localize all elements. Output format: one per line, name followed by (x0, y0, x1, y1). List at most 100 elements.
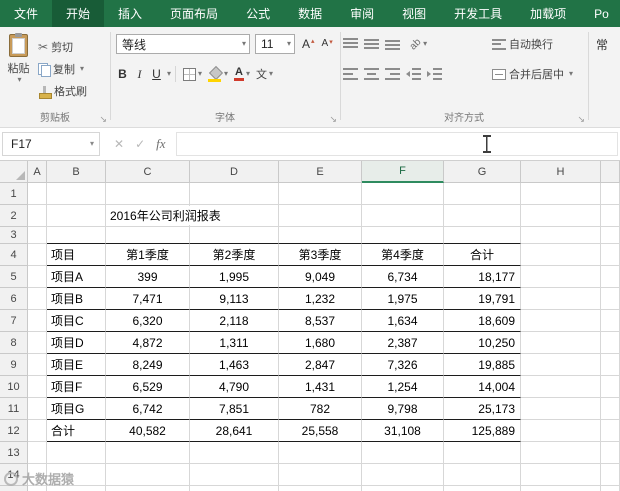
cell-H15[interactable] (521, 486, 601, 491)
row-header-9[interactable]: 9 (0, 354, 28, 376)
cell-A5[interactable] (28, 266, 47, 288)
cell-C3[interactable] (106, 227, 190, 244)
cell-G5[interactable]: 18,177 (444, 266, 521, 288)
cell-G4[interactable]: 合计 (444, 244, 521, 266)
cell-H10[interactable] (521, 376, 601, 398)
row-header-13[interactable]: 13 (0, 442, 28, 464)
cell-A8[interactable] (28, 332, 47, 354)
cell-E12[interactable]: 25,558 (279, 420, 362, 442)
row-header-5[interactable]: 5 (0, 266, 28, 288)
cell-F10[interactable]: 1,254 (362, 376, 444, 398)
cell-C2[interactable]: 2016年公司利润报表 (106, 205, 224, 227)
fill-color-button[interactable]: ▾ (205, 67, 231, 82)
cell-D10[interactable]: 4,790 (190, 376, 279, 398)
cell-B5[interactable]: 项目A (47, 266, 106, 288)
cell-H12[interactable] (521, 420, 601, 442)
tab-data[interactable]: 数据 (284, 0, 336, 27)
cell-E6[interactable]: 1,232 (279, 288, 362, 310)
cell-A1[interactable] (28, 183, 47, 205)
decrease-font-size-button[interactable]: A ▾ (322, 39, 333, 49)
cell-G9[interactable]: 19,885 (444, 354, 521, 376)
cell-E8[interactable]: 1,680 (279, 332, 362, 354)
phonetic-guide-button[interactable]: 文 ▾ (253, 66, 276, 82)
cell-E15[interactable] (279, 486, 362, 491)
orientation-button[interactable]: ab ▾ (403, 36, 430, 52)
tab-developer[interactable]: 开发工具 (440, 0, 516, 27)
formula-input[interactable] (176, 132, 618, 156)
cell-B4[interactable]: 项目 (47, 244, 106, 266)
row-header-6[interactable]: 6 (0, 288, 28, 310)
cell-B6[interactable]: 项目B (47, 288, 106, 310)
borders-button[interactable]: ▾ (180, 67, 205, 81)
cell-C8[interactable]: 4,872 (106, 332, 190, 354)
row-header-2[interactable]: 2 (0, 205, 28, 227)
cell-A6[interactable] (28, 288, 47, 310)
cell-B10[interactable]: 项目F (47, 376, 106, 398)
cell-D4[interactable]: 第2季度 (190, 244, 279, 266)
cell-D8[interactable]: 1,311 (190, 332, 279, 354)
font-size-select[interactable]: 11 ▾ (255, 34, 295, 54)
cell-C7[interactable]: 6,320 (106, 310, 190, 332)
clipboard-dialog-launcher-icon[interactable]: ↘ (99, 115, 107, 124)
cell-C12[interactable]: 40,582 (106, 420, 190, 442)
cell-D9[interactable]: 1,463 (190, 354, 279, 376)
cell-F14[interactable] (362, 464, 444, 486)
align-bottom-button[interactable] (385, 38, 400, 50)
cell-F2[interactable] (362, 205, 444, 227)
cell-H5[interactable] (521, 266, 601, 288)
bold-button[interactable]: B (114, 64, 131, 84)
align-middle-button[interactable] (364, 38, 379, 50)
cell-E7[interactable]: 8,537 (279, 310, 362, 332)
cell-F13[interactable] (362, 442, 444, 464)
cancel-icon[interactable]: ✕ (114, 137, 124, 151)
cut-button[interactable]: ✂ 剪切 (36, 36, 89, 58)
cell-A12[interactable] (28, 420, 47, 442)
tab-review[interactable]: 审阅 (336, 0, 388, 27)
cell-F9[interactable]: 7,326 (362, 354, 444, 376)
cell-H8[interactable] (521, 332, 601, 354)
cell-G2[interactable] (444, 205, 521, 227)
format-painter-button[interactable]: 格式刷 (36, 80, 89, 102)
cell-F6[interactable]: 1,975 (362, 288, 444, 310)
cell-F12[interactable]: 31,108 (362, 420, 444, 442)
number-format-select[interactable]: 常 (596, 36, 608, 53)
cell-G6[interactable]: 19,791 (444, 288, 521, 310)
cell-F8[interactable]: 2,387 (362, 332, 444, 354)
cell-B11[interactable]: 项目G (47, 398, 106, 420)
insert-function-icon[interactable]: fx (156, 136, 165, 152)
increase-indent-button[interactable] (427, 68, 442, 80)
cell-A11[interactable] (28, 398, 47, 420)
decrease-indent-button[interactable] (406, 68, 421, 80)
tab-page-layout[interactable]: 页面布局 (156, 0, 232, 27)
cell-D13[interactable] (190, 442, 279, 464)
cell-E13[interactable] (279, 442, 362, 464)
cell-B2[interactable] (47, 205, 106, 227)
increase-font-size-button[interactable]: A ▴ (302, 38, 315, 50)
cell-A3[interactable] (28, 227, 47, 244)
cell-G8[interactable]: 10,250 (444, 332, 521, 354)
cell-G11[interactable]: 25,173 (444, 398, 521, 420)
enter-icon[interactable]: ✓ (135, 137, 145, 151)
cell-E5[interactable]: 9,049 (279, 266, 362, 288)
row-header-8[interactable]: 8 (0, 332, 28, 354)
cell-D15[interactable] (190, 486, 279, 491)
cell-D6[interactable]: 9,113 (190, 288, 279, 310)
tab-add-ins[interactable]: 加载项 (516, 0, 580, 27)
cell-D11[interactable]: 7,851 (190, 398, 279, 420)
italic-button[interactable]: I (131, 64, 148, 84)
cell-F15[interactable] (362, 486, 444, 491)
row-header-11[interactable]: 11 (0, 398, 28, 420)
cell-D3[interactable] (190, 227, 279, 244)
font-name-select[interactable]: 等线 ▾ (116, 34, 250, 54)
cell-B7[interactable]: 项目C (47, 310, 106, 332)
row-header-4[interactable]: 4 (0, 244, 28, 266)
cell-E2[interactable] (279, 205, 362, 227)
cell-D12[interactable]: 28,641 (190, 420, 279, 442)
cell-G13[interactable] (444, 442, 521, 464)
column-header-E[interactable]: E (279, 161, 362, 183)
select-all-corner[interactable] (0, 161, 28, 183)
align-center-button[interactable] (364, 68, 379, 80)
column-header-H[interactable]: H (521, 161, 601, 183)
cell-G15[interactable] (444, 486, 521, 491)
tab-insert[interactable]: 插入 (104, 0, 156, 27)
